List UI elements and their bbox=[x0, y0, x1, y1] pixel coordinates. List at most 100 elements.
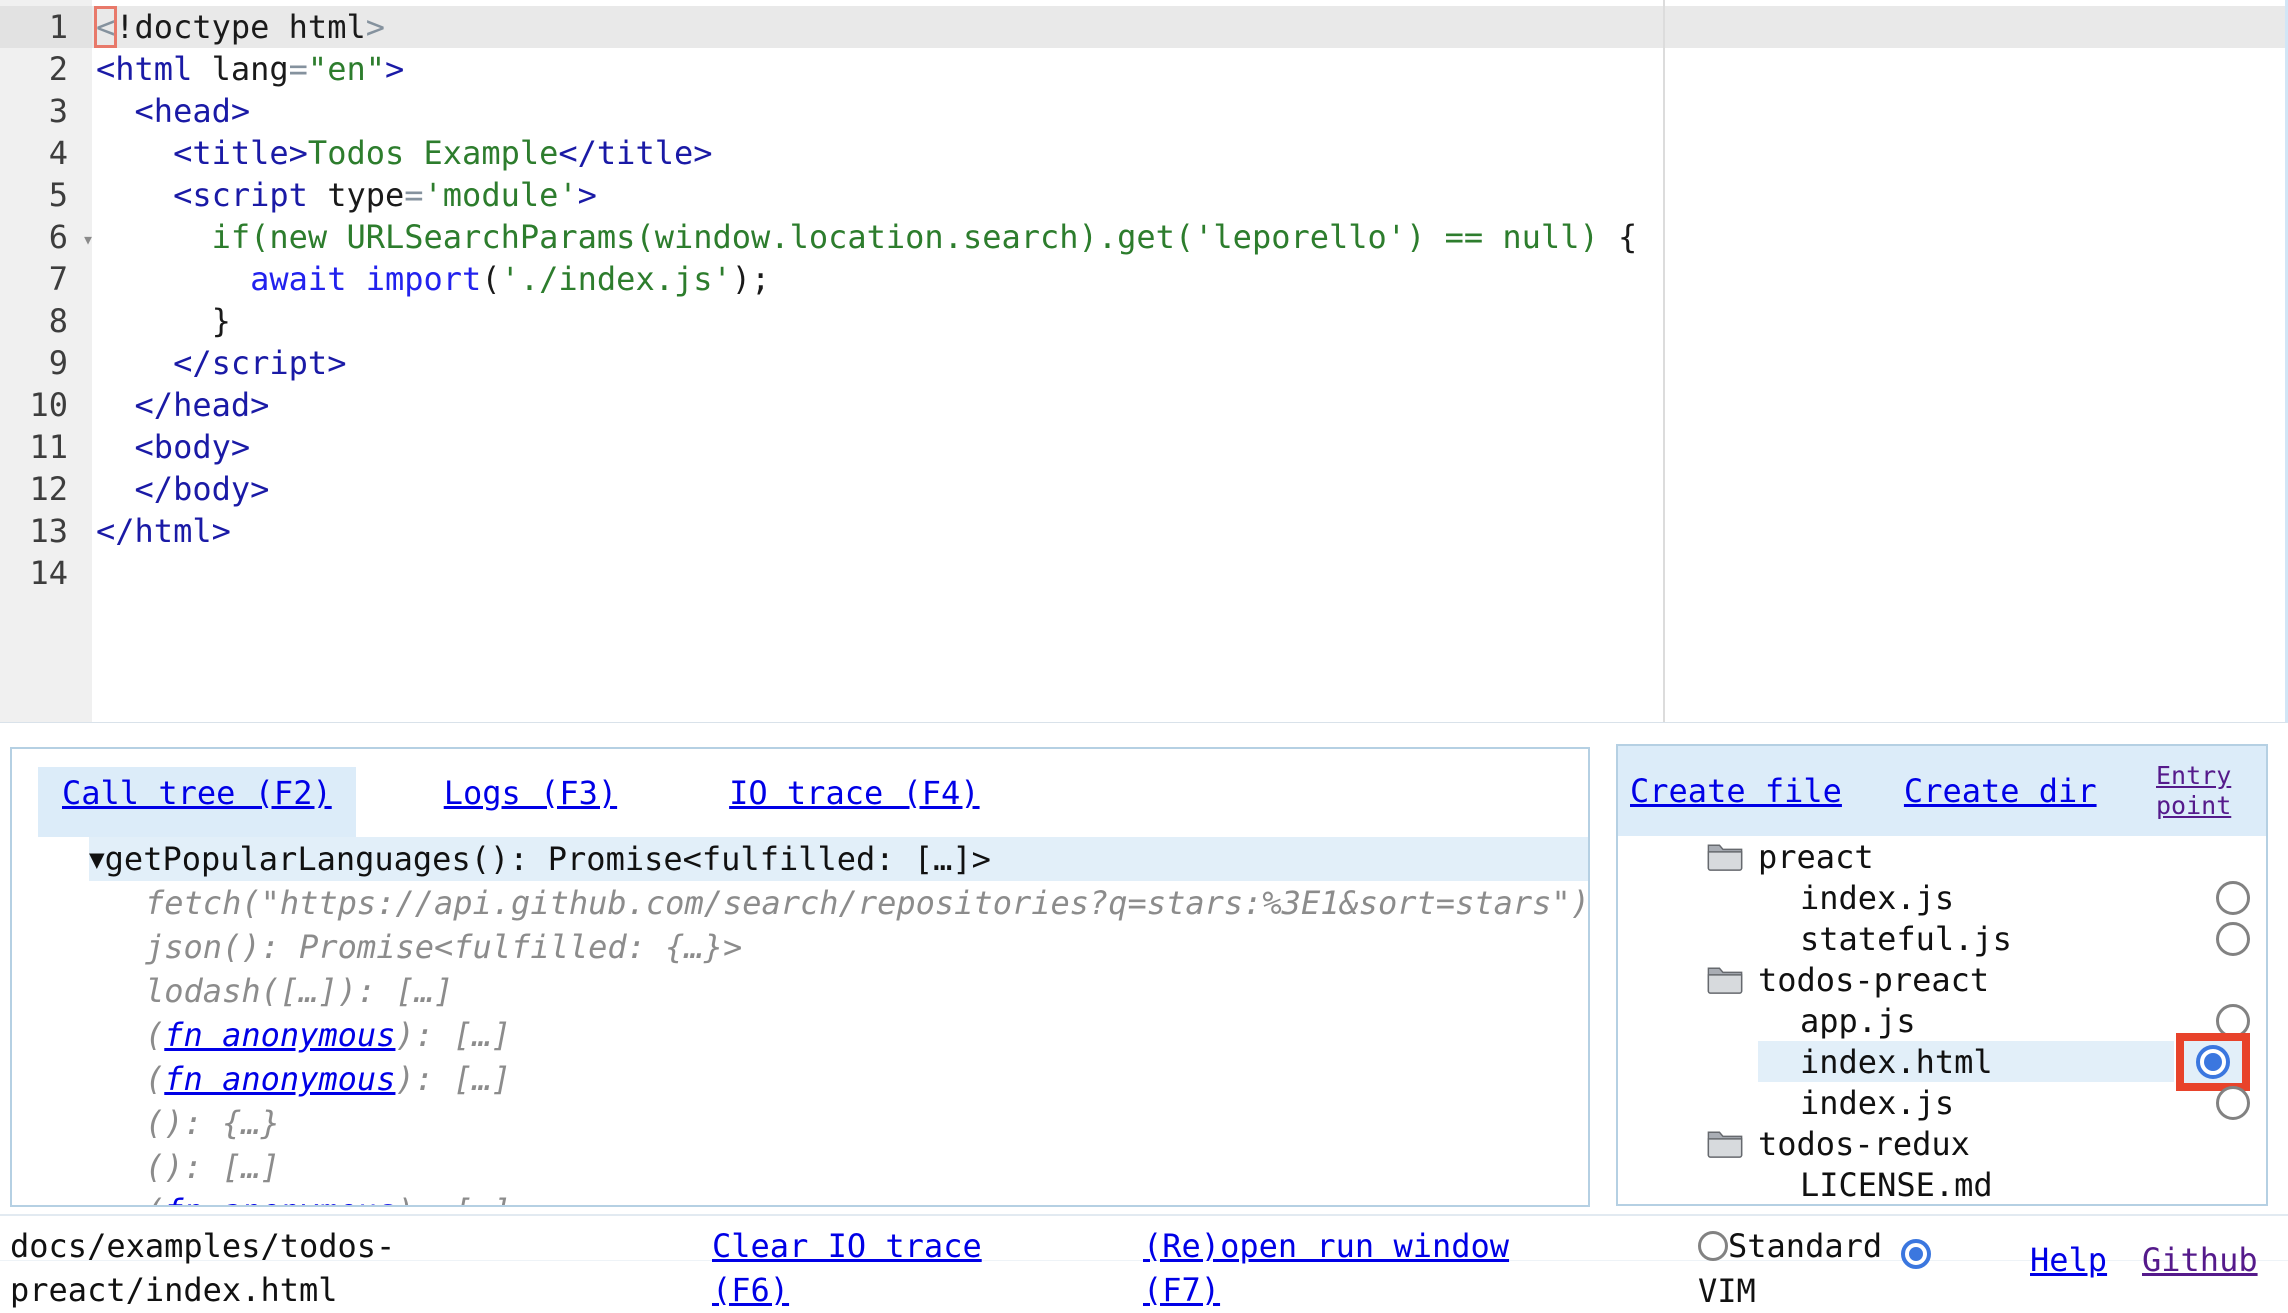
file-name: todos-preact bbox=[1758, 961, 1989, 999]
entry-point-radio[interactable] bbox=[2216, 881, 2250, 915]
line-number: 13 bbox=[0, 510, 92, 552]
code-line[interactable]: <body> bbox=[92, 426, 2285, 468]
call-tree-call[interactable]: (fn anonymous): […] bbox=[145, 1189, 1588, 1207]
fold-arrow-icon[interactable]: ▾ bbox=[82, 218, 94, 260]
call-tree-call[interactable]: fetch("https://api.github.com/search/rep… bbox=[145, 881, 1588, 925]
file-tree-dir[interactable]: preact bbox=[1618, 836, 2266, 877]
code-line[interactable]: <html lang="en"> bbox=[92, 48, 2285, 90]
help-link[interactable]: Help bbox=[2030, 1238, 2107, 1282]
line-number: 14 bbox=[0, 552, 92, 594]
call-tree-call[interactable]: (): […] bbox=[145, 1145, 1588, 1189]
keyboard-mode-vim-radio[interactable] bbox=[1901, 1239, 1931, 1269]
fn-anonymous-link[interactable]: fn anonymous bbox=[164, 1192, 395, 1207]
keyboard-mode-standard-label: Standard bbox=[1728, 1227, 1882, 1265]
call-tree-call[interactable]: (fn anonymous): […] bbox=[145, 1013, 1588, 1057]
file-name: LICENSE.md bbox=[1800, 1166, 1993, 1204]
folder-icon bbox=[1706, 963, 1744, 995]
code-line[interactable] bbox=[92, 552, 2285, 594]
line-number: 10 bbox=[0, 384, 92, 426]
keyboard-mode-group: Standard VIM bbox=[1698, 1224, 1958, 1313]
call-tree-call[interactable]: json(): Promise<fulfilled: {…}> bbox=[145, 925, 1588, 969]
line-number: 12 bbox=[0, 468, 92, 510]
call-tree-call[interactable]: lodash([…]): […] bbox=[145, 969, 1588, 1013]
editor-gutter: 123456▾7891011121314 bbox=[0, 0, 92, 722]
line-number: 2 bbox=[0, 48, 92, 90]
file-panel-header: Create file Create dir Entry point bbox=[1618, 746, 2266, 836]
line-number: 7 bbox=[0, 258, 92, 300]
line-number: 6▾ bbox=[0, 216, 92, 258]
code-line[interactable]: </script> bbox=[92, 342, 2285, 384]
tab-logs[interactable]: Logs (F3) bbox=[420, 767, 641, 837]
file-tree-file[interactable]: index.js bbox=[1618, 1082, 2266, 1123]
file-name: index.js bbox=[1800, 1084, 1954, 1122]
code-editor[interactable]: 123456▾7891011121314 <!doctype html><htm… bbox=[0, 0, 2288, 723]
fn-anonymous-link[interactable]: fn anonymous bbox=[164, 1060, 395, 1098]
entry-point-link[interactable]: Entry point bbox=[2156, 761, 2256, 821]
file-tree-file[interactable]: LICENSE.md bbox=[1618, 1164, 2266, 1205]
clear-io-trace-link[interactable]: Clear IO trace (F6) bbox=[712, 1224, 992, 1312]
file-tree-file[interactable]: app.js bbox=[1618, 1000, 2266, 1041]
github-link[interactable]: Github bbox=[2142, 1238, 2258, 1282]
code-line[interactable]: <!doctype html> bbox=[92, 6, 2285, 48]
keyboard-mode-standard-radio[interactable] bbox=[1698, 1231, 1728, 1261]
keyboard-mode-vim-label: VIM bbox=[1698, 1272, 1756, 1310]
file-tree-dir[interactable]: todos-preact bbox=[1618, 959, 2266, 1000]
entry-point-radio[interactable] bbox=[2216, 1086, 2250, 1120]
file-name: app.js bbox=[1800, 1002, 1916, 1040]
line-number: 8 bbox=[0, 300, 92, 342]
tab-call-tree[interactable]: Call tree (F2) bbox=[38, 767, 356, 837]
code-line[interactable]: if(new URLSearchParams(window.location.s… bbox=[92, 216, 2285, 258]
current-file-path: docs/examples/todos-preact/index.html bbox=[10, 1224, 410, 1312]
code-line[interactable]: </body> bbox=[92, 468, 2285, 510]
code-line[interactable]: </html> bbox=[92, 510, 2285, 552]
entry-point-cell bbox=[2216, 881, 2250, 915]
call-tree-call[interactable]: (): {…} bbox=[145, 1101, 1588, 1145]
reopen-run-window-link[interactable]: (Re)open run window (F7) bbox=[1143, 1224, 1523, 1312]
collapse-arrow-icon[interactable]: ▼ bbox=[89, 845, 105, 875]
file-name: stateful.js bbox=[1800, 920, 2012, 958]
column-ruler bbox=[1663, 0, 1665, 722]
file-name: todos-redux bbox=[1758, 1125, 1970, 1163]
entry-point-marker bbox=[2176, 1033, 2250, 1091]
file-name: preact bbox=[1758, 838, 1874, 876]
status-bar: docs/examples/todos-preact/index.html Cl… bbox=[0, 1214, 2288, 1302]
code-line[interactable]: </head> bbox=[92, 384, 2285, 426]
code-line[interactable]: } bbox=[92, 300, 2285, 342]
entry-point-radio[interactable] bbox=[2196, 1045, 2230, 1079]
code-line[interactable]: <script type='module'> bbox=[92, 174, 2285, 216]
file-name: index.html bbox=[1800, 1043, 1993, 1081]
tab-io-trace[interactable]: IO trace (F4) bbox=[705, 767, 1003, 837]
editor-code[interactable]: <!doctype html><html lang="en"> <head> <… bbox=[92, 0, 2285, 722]
file-name: index.js bbox=[1800, 879, 1954, 917]
line-number: 3 bbox=[0, 90, 92, 132]
panel-tabs: Call tree (F2) Logs (F3) IO trace (F4) bbox=[12, 749, 1588, 837]
line-number: 1 bbox=[0, 6, 92, 48]
code-line[interactable]: await import('./index.js'); bbox=[92, 258, 2285, 300]
line-number: 9 bbox=[0, 342, 92, 384]
text-cursor: < bbox=[96, 8, 115, 46]
file-tree-dir[interactable]: todos-redux bbox=[1618, 1123, 2266, 1164]
line-number: 4 bbox=[0, 132, 92, 174]
file-tree-panel: Create file Create dir Entry point preac… bbox=[1616, 744, 2268, 1206]
fn-anonymous-link[interactable]: fn anonymous bbox=[164, 1016, 395, 1054]
file-tree: preactindex.jsstateful.jstodos-preactapp… bbox=[1618, 836, 2266, 1205]
create-dir-link[interactable]: Create dir bbox=[1904, 772, 2097, 810]
file-tree-file[interactable]: stateful.js bbox=[1618, 918, 2266, 959]
file-tree-file[interactable]: index.js bbox=[1618, 877, 2266, 918]
code-line[interactable]: <title>Todos Example</title> bbox=[92, 132, 2285, 174]
code-line[interactable]: <head> bbox=[92, 90, 2285, 132]
entry-point-cell bbox=[2216, 922, 2250, 956]
folder-icon bbox=[1706, 1127, 1744, 1159]
call-tree: ▼getPopularLanguages(): Promise<fulfille… bbox=[12, 837, 1588, 1207]
create-file-link[interactable]: Create file bbox=[1630, 772, 1842, 810]
line-number: 11 bbox=[0, 426, 92, 468]
file-tree-file[interactable]: index.html bbox=[1618, 1041, 2266, 1082]
call-tree-node[interactable]: ▼getPopularLanguages(): Promise<fulfille… bbox=[89, 837, 1588, 881]
call-tree-panel: Call tree (F2) Logs (F3) IO trace (F4) ▼… bbox=[10, 747, 1590, 1207]
folder-icon bbox=[1706, 840, 1744, 872]
line-number: 5 bbox=[0, 174, 92, 216]
call-tree-call[interactable]: (fn anonymous): […] bbox=[145, 1057, 1588, 1101]
entry-point-radio[interactable] bbox=[2216, 922, 2250, 956]
entry-point-cell bbox=[2176, 1033, 2250, 1091]
entry-point-cell bbox=[2216, 1086, 2250, 1120]
